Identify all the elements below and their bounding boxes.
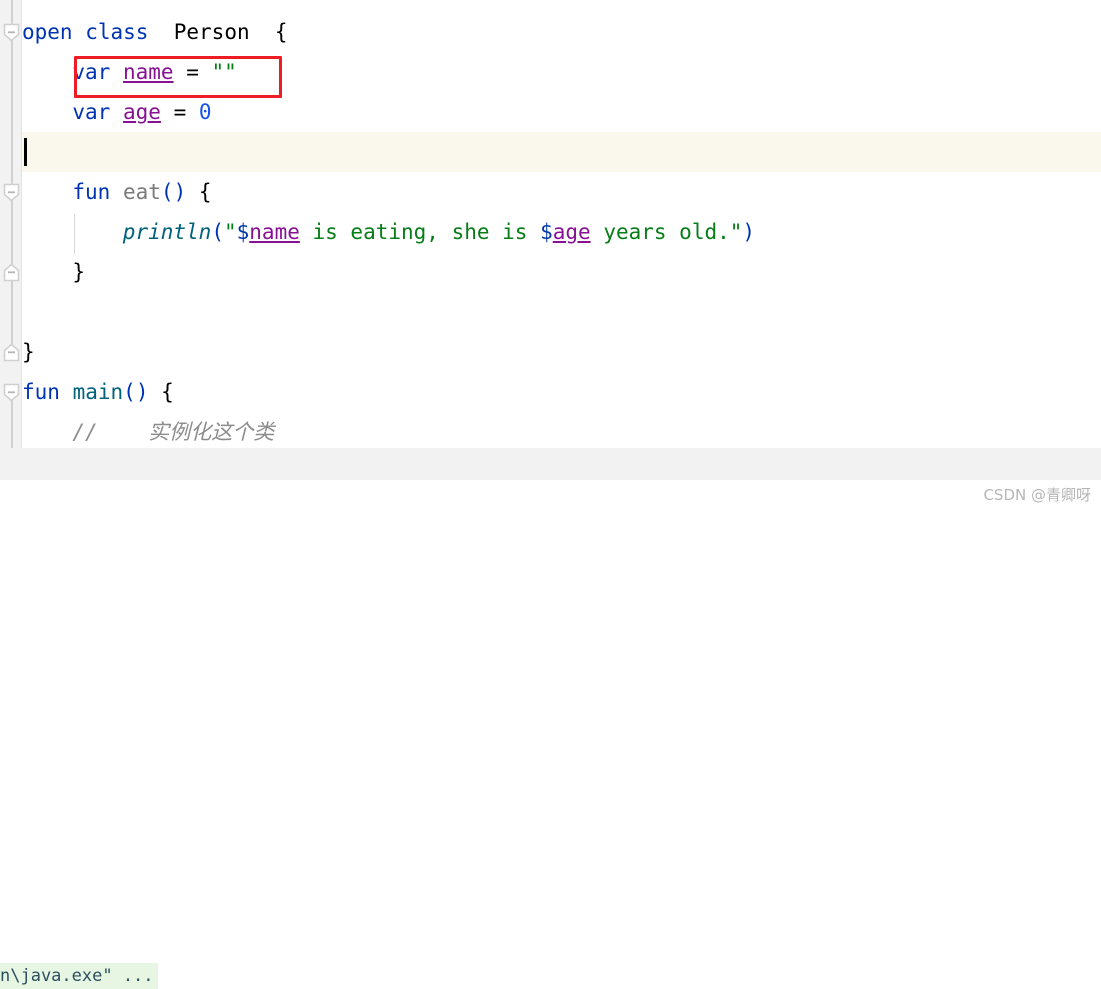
code-line-7[interactable]: } bbox=[0, 252, 1101, 292]
token: fun bbox=[72, 180, 111, 204]
token: } bbox=[72, 260, 86, 284]
token: { bbox=[274, 20, 288, 44]
csdn-watermark: CSDN @青卿呀 bbox=[983, 486, 1091, 504]
code-line-text: var age = 0 bbox=[72, 92, 211, 132]
code-line-11[interactable]: // 实例化这个类 bbox=[0, 412, 1101, 448]
tool-window-strip[interactable] bbox=[0, 448, 1101, 480]
token: () bbox=[160, 180, 187, 204]
code-line-text: println("$name is eating, she is $age ye… bbox=[123, 212, 755, 252]
console-output-line: n\java.exe" ... bbox=[0, 963, 158, 989]
token: $ bbox=[236, 220, 250, 244]
token: 0 bbox=[198, 100, 212, 124]
token: class bbox=[85, 20, 149, 44]
token: age bbox=[122, 100, 161, 124]
code-line-text: open class Person { bbox=[22, 12, 288, 52]
code-line-6[interactable]: println("$name is eating, she is $age ye… bbox=[0, 212, 1101, 252]
token: " bbox=[223, 220, 237, 244]
token: Person bbox=[173, 20, 250, 44]
token: // 实例化这个类 bbox=[72, 420, 275, 444]
code-editor[interactable]: open class Person {var name = "" var age … bbox=[0, 0, 1101, 448]
code-line-text: } bbox=[72, 252, 85, 292]
text-caret bbox=[24, 138, 27, 166]
code-line-10[interactable]: fun main() { bbox=[0, 372, 1101, 412]
annotation-highlight-box bbox=[74, 56, 282, 98]
token: var bbox=[72, 100, 111, 124]
code-line-3[interactable]: var age = 0 bbox=[0, 92, 1101, 132]
token: fun bbox=[22, 380, 60, 404]
code-line-4[interactable] bbox=[0, 132, 1101, 172]
code-line-8[interactable] bbox=[0, 292, 1101, 332]
token: } bbox=[22, 340, 35, 364]
token: = bbox=[160, 100, 199, 124]
token: println bbox=[122, 220, 212, 244]
code-line-text: fun eat() { bbox=[72, 172, 211, 212]
token: main bbox=[72, 380, 124, 404]
code-line-9[interactable]: } bbox=[0, 332, 1101, 372]
token: $ bbox=[540, 220, 553, 244]
token: () bbox=[123, 380, 149, 404]
code-line-text: // 实例化这个类 bbox=[72, 412, 274, 448]
code-line-1[interactable]: open class Person { bbox=[0, 12, 1101, 52]
token: years old." bbox=[590, 220, 743, 244]
code-line-text: } bbox=[22, 332, 35, 372]
token: open bbox=[22, 20, 73, 44]
console-panel[interactable]: n\java.exe" ... bbox=[0, 480, 1101, 989]
token: ) bbox=[742, 220, 756, 244]
token: { bbox=[198, 180, 212, 204]
indent-guide bbox=[74, 214, 75, 254]
code-line-5[interactable]: fun eat() { bbox=[0, 172, 1101, 212]
code-line-text: fun main() { bbox=[22, 372, 174, 412]
token: is eating, she is bbox=[299, 220, 541, 244]
token: name bbox=[249, 220, 300, 244]
token: ( bbox=[211, 220, 224, 244]
ide-screenshot: open class Person {var name = "" var age … bbox=[0, 0, 1101, 989]
token: age bbox=[552, 220, 591, 244]
token: eat bbox=[122, 180, 161, 204]
token: { bbox=[161, 380, 174, 404]
